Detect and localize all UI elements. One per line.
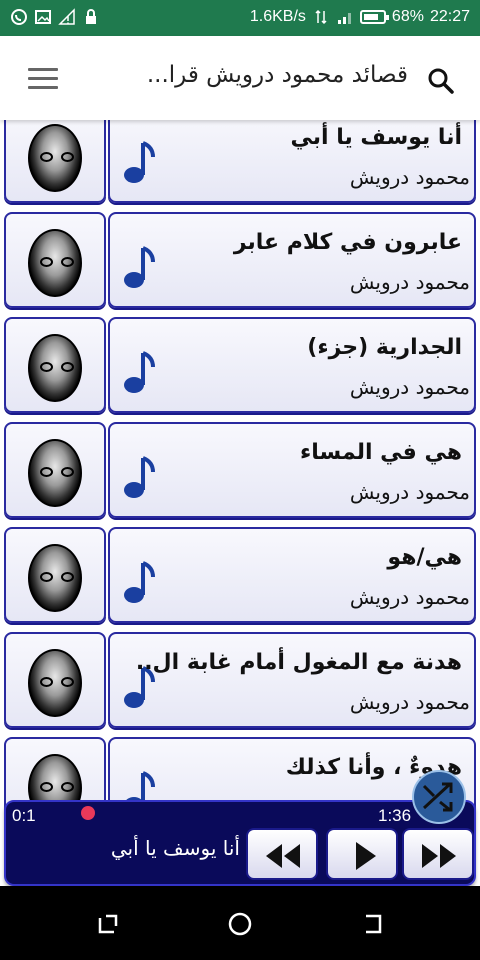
song-card[interactable]: هي في المساء محمود درويش (108, 422, 476, 518)
signal-icon (337, 13, 351, 24)
app-bar: قصائد محمود درويش قرا... (0, 36, 480, 120)
song-card[interactable]: هدنة مع المغول أمام غابة ال.. محمود درويش (108, 632, 476, 728)
rewind-button[interactable] (246, 828, 318, 880)
poet-thumbnail[interactable] (4, 317, 106, 413)
poet-thumbnail[interactable] (4, 120, 106, 203)
status-bar: 1.6KB/s 68% 22:27 (0, 0, 480, 36)
data-arrows-icon (315, 9, 327, 25)
whatsapp-icon (11, 9, 27, 25)
song-title: عابرون في كلام عابر (233, 230, 462, 255)
elapsed-time: 0:1 (12, 806, 36, 825)
shuffle-icon[interactable] (412, 770, 466, 824)
network-speed: 1.6KB/s (249, 8, 306, 25)
lock-icon (86, 9, 96, 24)
song-title: هي/هو (387, 545, 462, 570)
song-artist: محمود درويش (349, 165, 470, 189)
play-button[interactable] (326, 828, 398, 880)
poet-thumbnail[interactable] (4, 212, 106, 308)
song-artist: محمود درويش (349, 480, 470, 504)
song-title: هدنة مع المغول أمام غابة ال.. (135, 650, 462, 675)
battery-icon (359, 10, 389, 24)
avatar (28, 334, 82, 402)
home-icon[interactable] (226, 910, 254, 938)
battery-percent: 68% (391, 8, 424, 25)
clock: 22:27 (429, 8, 470, 25)
status-right: 1.6KB/s 68% 22:27 (250, 8, 470, 26)
song-artist: محمود درويش (349, 270, 470, 294)
song-artist: محمود درويش (349, 585, 470, 609)
app-title: قصائد محمود درويش قرا... (146, 62, 408, 88)
notification-icons (10, 8, 100, 26)
avatar (28, 124, 82, 192)
song-artist: محمود درويش (349, 375, 470, 399)
gallery-icon (35, 10, 51, 24)
now-playing-title: أنا يوسف يا أبي (110, 836, 240, 860)
music-note-icon (124, 561, 155, 603)
list-item[interactable]: الجدارية (جزء) محمود درويش (0, 310, 480, 415)
song-title: الجدارية (جزء) (307, 335, 462, 360)
avatar (28, 229, 82, 297)
song-title: أنا يوسف يا أبي (290, 125, 462, 150)
search-icon[interactable] (426, 66, 454, 94)
list-item[interactable]: هي في المساء محمود درويش (0, 415, 480, 520)
song-card[interactable]: هي/هو محمود درويش (108, 527, 476, 623)
music-note-icon (124, 141, 155, 183)
back-icon[interactable] (358, 910, 386, 938)
rewind-icon (266, 844, 300, 868)
song-list[interactable]: أنا يوسف يا أبي محمود درويش عابرون في كلام… (0, 120, 480, 900)
song-card[interactable]: الجدارية (جزء) محمود درويش (108, 317, 476, 413)
recents-icon[interactable] (94, 910, 122, 938)
poet-thumbnail[interactable] (4, 527, 106, 623)
fast-forward-button[interactable] (402, 828, 474, 880)
progress-bar[interactable] (66, 802, 406, 822)
music-note-icon (124, 456, 155, 498)
avatar (28, 649, 82, 717)
media-player: 0:1 1:36 أنا يوسف يا أبي (4, 800, 476, 886)
poet-thumbnail[interactable] (4, 632, 106, 728)
list-item[interactable]: هدنة مع المغول أمام غابة ال.. محمود درويش (0, 625, 480, 730)
song-card[interactable]: عابرون في كلام عابر محمود درويش (108, 212, 476, 308)
avatar (28, 439, 82, 507)
list-item[interactable]: أنا يوسف يا أبي محمود درويش (0, 120, 480, 205)
fast-forward-icon (422, 844, 456, 868)
no-signal-icon (58, 8, 75, 25)
poet-thumbnail[interactable] (4, 422, 106, 518)
progress-thumb[interactable] (81, 806, 95, 820)
list-item[interactable]: عابرون في كلام عابر محمود درويش (0, 205, 480, 310)
menu-icon[interactable] (28, 68, 58, 92)
music-note-icon (124, 246, 155, 288)
system-nav-bar (0, 886, 480, 960)
music-note-icon (124, 351, 155, 393)
play-icon (356, 842, 376, 870)
avatar (28, 544, 82, 612)
list-item[interactable]: هي/هو محمود درويش (0, 520, 480, 625)
song-card[interactable]: أنا يوسف يا أبي محمود درويش (108, 120, 476, 203)
song-title: هي في المساء (300, 440, 462, 465)
song-artist: محمود درويش (349, 690, 470, 714)
